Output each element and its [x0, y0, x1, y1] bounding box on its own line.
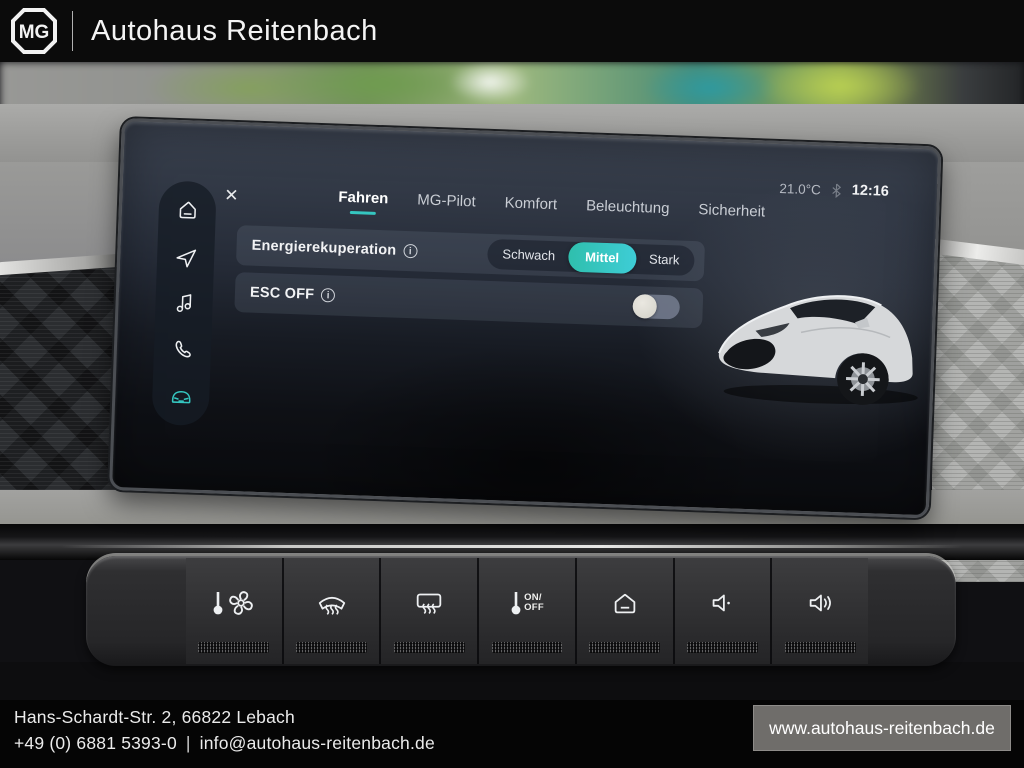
front-defrost-button[interactable] — [281, 558, 380, 664]
navigation-icon[interactable] — [172, 243, 199, 270]
dealer-website-box: www.autohaus-reitenbach.de — [753, 705, 1011, 751]
energierekuperation-segmented-control: Schwach Mittel Stark — [486, 238, 695, 277]
volume-up-button[interactable] — [770, 558, 869, 664]
status-bar: 21.0°C 12:16 — [779, 180, 890, 200]
knurl-texture — [296, 642, 367, 653]
volume-up-icon — [804, 588, 836, 618]
home-hardkey-button[interactable] — [574, 558, 673, 664]
clock: 12:16 — [851, 182, 890, 200]
dealer-contact: +49 (0) 6881 5393-0 | info@autohaus-reit… — [14, 733, 435, 754]
volume-down-icon — [706, 588, 738, 618]
infotainment-screen: 21.0°C 12:16 ✕ Fahren MG-Pilot Komfort B… — [109, 118, 942, 519]
esc-off-toggle[interactable] — [632, 293, 681, 320]
knurl-texture — [198, 642, 270, 653]
info-icon[interactable] — [403, 243, 418, 259]
esc-off-label: ESC OFF — [250, 285, 336, 304]
home-hardkey-icon — [609, 588, 641, 618]
climate-fan-icon — [212, 588, 256, 618]
banner-divider — [72, 11, 73, 51]
music-icon[interactable] — [171, 290, 198, 317]
dashboard-photo: 21.0°C 12:16 ✕ Fahren MG-Pilot Komfort B… — [0, 62, 1024, 700]
tab-sicherheit[interactable]: Sicherheit — [698, 201, 765, 228]
settings-tabs: Fahren MG-Pilot Komfort Beleuchtung Sich… — [338, 189, 765, 229]
bluetooth-icon — [832, 183, 842, 198]
contact-separator: | — [185, 733, 191, 753]
knurl-texture — [393, 642, 465, 653]
setting-row-esc-off: ESC OFF — [234, 272, 704, 329]
bottom-banner: Hans-Schardt-Str. 2, 66822 Lebach +49 (0… — [0, 700, 1024, 768]
setting-row-energierekuperation: Energierekuperation Schwach Mittel Stark — [235, 225, 706, 282]
toggle-knob — [632, 293, 658, 319]
option-mittel[interactable]: Mittel — [567, 241, 637, 275]
vehicle-icon[interactable] — [167, 383, 194, 410]
top-banner: MG Autohaus Reitenbach — [0, 0, 1024, 62]
option-schwach[interactable]: Schwach — [489, 239, 569, 272]
knurl-texture — [687, 642, 758, 653]
volume-down-button[interactable] — [672, 558, 771, 664]
close-icon[interactable]: ✕ — [224, 186, 239, 205]
esc-off-text: ESC OFF — [249, 284, 315, 303]
home-icon[interactable] — [174, 197, 201, 224]
knurl-texture — [589, 642, 661, 653]
dealer-address: Hans-Schardt-Str. 2, 66822 Lebach — [14, 707, 295, 727]
energierekuperation-label: Energierekuperation — [251, 237, 418, 260]
tab-komfort[interactable]: Komfort — [504, 194, 557, 221]
dashboard-lower — [0, 662, 1024, 700]
phone-icon[interactable] — [169, 336, 196, 363]
climate-fan-button[interactable] — [186, 558, 282, 664]
temp-on-off-button[interactable]: ON/ OFF — [477, 558, 575, 664]
mg-logo-text: MG — [19, 22, 50, 43]
settings-list: Energierekuperation Schwach Mittel Stark… — [234, 225, 706, 335]
vehicle-image — [703, 252, 926, 418]
dealer-phone: +49 (0) 6881 5393-0 — [14, 733, 177, 753]
dealer-website: www.autohaus-reitenbach.de — [769, 717, 995, 738]
dealer-photo-page: MG Autohaus Reitenbach 21.0°C 12:16 ✕ Fa… — [0, 0, 1024, 768]
gloss-trim-strip — [0, 524, 1024, 560]
option-stark[interactable]: Stark — [636, 244, 693, 276]
dealer-name: Autohaus Reitenbach — [91, 14, 378, 47]
outside-temperature: 21.0°C — [779, 180, 822, 197]
knurl-texture — [784, 642, 856, 653]
tab-fahren[interactable]: Fahren — [338, 189, 389, 216]
temp-on-off-icon: ON/ OFF — [510, 588, 544, 618]
tab-beleuchtung[interactable]: Beleuchtung — [586, 197, 670, 225]
screen-sidebar — [151, 180, 217, 427]
info-icon[interactable] — [320, 288, 336, 303]
front-defrost-icon — [315, 587, 349, 619]
rear-defrost-button[interactable] — [379, 558, 478, 664]
on-off-text-line2: OFF — [524, 602, 544, 613]
knurl-texture — [491, 642, 563, 653]
mg-logo-icon: MG — [11, 8, 57, 54]
dealer-email: info@autohaus-reitenbach.de — [199, 733, 435, 753]
energierekuperation-text: Energierekuperation — [251, 237, 397, 259]
hardware-button-panel: ON/ OFF — [86, 556, 956, 666]
tab-mg-pilot[interactable]: MG-Pilot — [417, 191, 476, 218]
rear-defrost-icon — [412, 587, 446, 619]
